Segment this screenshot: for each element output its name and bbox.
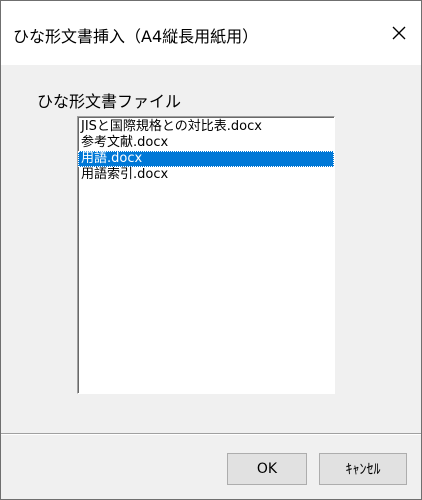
close-button[interactable] — [377, 15, 421, 51]
list-item[interactable]: JISと国際規格との対比表.docx — [78, 119, 334, 135]
list-item-selected[interactable]: 用語.docx — [78, 151, 334, 167]
list-item[interactable]: 参考文献.docx — [78, 135, 334, 151]
ok-button[interactable]: OK — [227, 453, 307, 485]
cancel-button[interactable]: ｷｬﾝｾﾙ — [319, 453, 407, 485]
template-file-listbox[interactable]: JISと国際規格との対比表.docx 参考文献.docx 用語.docx 用語索… — [77, 116, 335, 394]
footer-divider — [1, 433, 421, 435]
window-title: ひな形文書挿入（A4縦長用紙用） — [13, 27, 259, 46]
template-files-label: ひな形文書ファイル — [37, 92, 182, 111]
close-icon — [392, 26, 406, 40]
list-item[interactable]: 用語索引.docx — [78, 167, 334, 183]
dialog-window: ひな形文書挿入（A4縦長用紙用） ひな形文書ファイル JISと国際規格との対比表… — [0, 0, 422, 500]
title-bar: ひな形文書挿入（A4縦長用紙用） — [1, 1, 421, 65]
